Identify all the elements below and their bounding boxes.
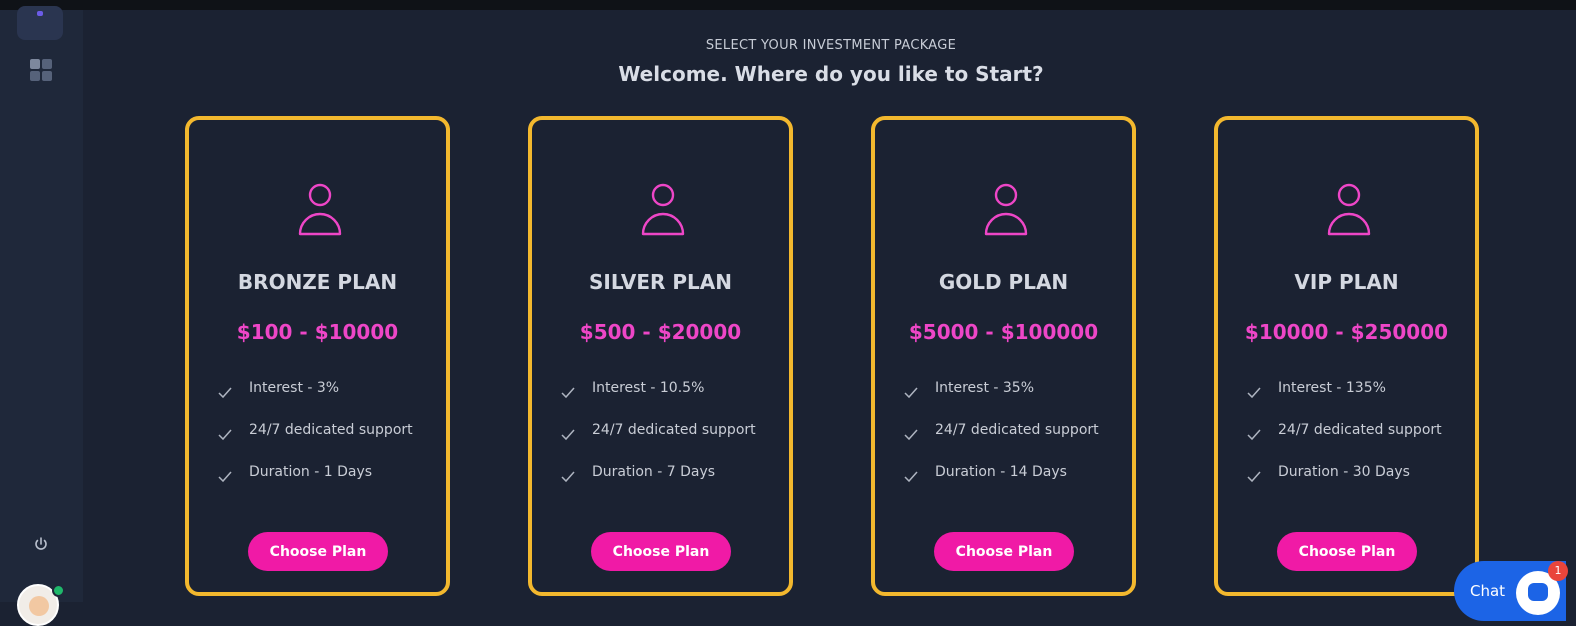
plan-card-silver: SILVER PLAN $500 - $20000 Interest - 10.… xyxy=(528,116,793,596)
check-icon xyxy=(904,387,918,399)
plan-card-gold: GOLD PLAN $5000 - $100000 Interest - 35%… xyxy=(871,116,1136,596)
check-icon xyxy=(218,387,232,399)
plan-name: BRONZE PLAN xyxy=(237,270,398,294)
chat-widget-button[interactable]: Chat 1 xyxy=(1454,561,1568,621)
feature-text: Interest - 10.5% xyxy=(592,380,705,396)
check-icon xyxy=(218,429,232,441)
power-icon[interactable] xyxy=(31,534,51,554)
user-icon xyxy=(1327,183,1371,236)
feature-item: Interest - 3% xyxy=(217,380,447,422)
plan-name: VIP PLAN xyxy=(1294,270,1399,294)
check-icon xyxy=(1247,429,1261,441)
check-icon xyxy=(561,387,575,399)
check-icon xyxy=(1247,471,1261,483)
check-icon xyxy=(904,471,918,483)
check-icon xyxy=(1247,387,1261,399)
feature-item: 24/7 dedicated support xyxy=(903,422,1133,464)
plan-card-bronze: BRONZE PLAN $100 - $10000 Interest - 3% … xyxy=(185,116,450,596)
choose-plan-button[interactable]: Choose Plan xyxy=(934,532,1074,571)
online-status-dot xyxy=(52,584,65,597)
feature-text: 24/7 dedicated support xyxy=(592,422,756,438)
feature-item: Duration - 7 Days xyxy=(560,464,790,506)
feature-item: Duration - 1 Days xyxy=(217,464,447,506)
choose-plan-button[interactable]: Choose Plan xyxy=(591,532,731,571)
page-title: Welcome. Where do you like to Start? xyxy=(618,62,1044,86)
avatar-face xyxy=(29,596,49,616)
user-icon xyxy=(641,183,685,236)
feature-text: Duration - 7 Days xyxy=(592,464,716,480)
choose-plan-button[interactable]: Choose Plan xyxy=(1277,532,1417,571)
feature-text: Duration - 14 Days xyxy=(935,464,1067,480)
feature-item: 24/7 dedicated support xyxy=(217,422,447,464)
check-icon xyxy=(904,429,918,441)
plan-card-vip: VIP PLAN $10000 - $250000 Interest - 135… xyxy=(1214,116,1479,596)
feature-list: Interest - 35% 24/7 dedicated support Du… xyxy=(903,380,1133,506)
plan-price: $500 - $20000 xyxy=(579,320,742,344)
user-icon xyxy=(984,183,1028,236)
choose-plan-button[interactable]: Choose Plan xyxy=(248,532,388,571)
sidebar-active-item[interactable] xyxy=(17,6,63,40)
plan-price: $100 - $10000 xyxy=(236,320,399,344)
feature-item: Interest - 10.5% xyxy=(560,380,790,422)
chat-label: Chat xyxy=(1470,582,1506,600)
sidebar-active-indicator xyxy=(37,11,43,16)
feature-item: Duration - 14 Days xyxy=(903,464,1133,506)
check-icon xyxy=(218,471,232,483)
feature-item: 24/7 dedicated support xyxy=(1246,422,1476,464)
check-icon xyxy=(561,429,575,441)
feature-list: Interest - 135% 24/7 dedicated support D… xyxy=(1246,380,1476,506)
plan-name: GOLD PLAN xyxy=(938,270,1069,294)
sidebar xyxy=(0,6,83,626)
feature-text: Interest - 3% xyxy=(249,380,340,396)
feature-text: 24/7 dedicated support xyxy=(249,422,413,438)
feature-text: Interest - 135% xyxy=(1278,380,1386,396)
page-kicker: SELECT YOUR INVESTMENT PACKAGE xyxy=(705,38,957,53)
user-icon xyxy=(298,183,342,236)
plan-price: $10000 - $250000 xyxy=(1244,320,1449,344)
feature-item: Interest - 35% xyxy=(903,380,1133,422)
feature-text: 24/7 dedicated support xyxy=(1278,422,1442,438)
feature-item: Interest - 135% xyxy=(1246,380,1476,422)
feature-text: 24/7 dedicated support xyxy=(935,422,1099,438)
dashboard-grid-icon[interactable] xyxy=(30,59,52,81)
chat-unread-badge: 1 xyxy=(1548,561,1568,581)
feature-text: Duration - 30 Days xyxy=(1278,464,1410,480)
feature-list: Interest - 3% 24/7 dedicated support Dur… xyxy=(217,380,447,506)
feature-list: Interest - 10.5% 24/7 dedicated support … xyxy=(560,380,790,506)
feature-item: 24/7 dedicated support xyxy=(560,422,790,464)
plan-name: SILVER PLAN xyxy=(589,270,732,294)
feature-item: Duration - 30 Days xyxy=(1246,464,1476,506)
feature-text: Interest - 35% xyxy=(935,380,1035,396)
feature-text: Duration - 1 Days xyxy=(249,464,373,480)
top-bar xyxy=(0,0,1576,10)
plan-price: $5000 - $100000 xyxy=(908,320,1099,344)
check-icon xyxy=(561,471,575,483)
